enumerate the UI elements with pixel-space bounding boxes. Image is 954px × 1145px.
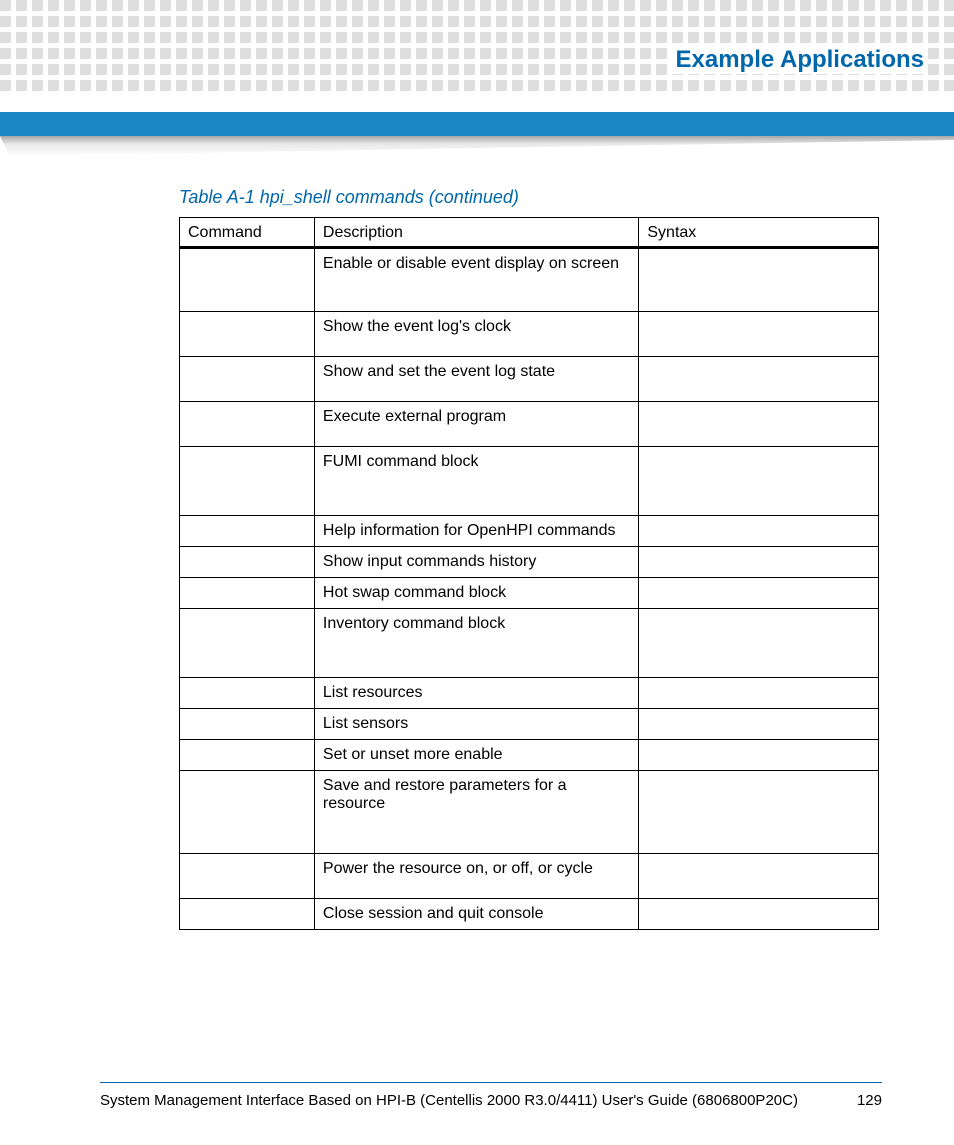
- cell-command: [180, 709, 315, 740]
- table-row: Execute external program: [180, 402, 879, 447]
- col-syntax: Syntax: [639, 218, 879, 248]
- table-row: Show and set the event log state: [180, 357, 879, 402]
- col-command: Command: [180, 218, 315, 248]
- table-row: Inventory command block: [180, 609, 879, 678]
- footer-rule: [100, 1082, 882, 1083]
- cell-command: [180, 609, 315, 678]
- cell-command: [180, 402, 315, 447]
- footer-text: System Management Interface Based on HPI…: [100, 1092, 798, 1109]
- cell-syntax: [639, 447, 879, 516]
- table-row: Enable or disable event display on scree…: [180, 248, 879, 312]
- cell-syntax: [639, 609, 879, 678]
- cell-syntax: [639, 740, 879, 771]
- table-row: Show the event log's clock: [180, 312, 879, 357]
- cell-syntax: [639, 402, 879, 447]
- cell-description: Hot swap command block: [314, 578, 638, 609]
- cell-description: Close session and quit console: [314, 899, 638, 930]
- table-row: Power the resource on, or off, or cycle: [180, 854, 879, 899]
- cell-description: FUMI command block: [314, 447, 638, 516]
- cell-command: [180, 447, 315, 516]
- cell-command: [180, 578, 315, 609]
- cell-syntax: [639, 709, 879, 740]
- cell-command: [180, 771, 315, 854]
- table-row: Set or unset more enable: [180, 740, 879, 771]
- table-row: Show input commands history: [180, 547, 879, 578]
- cell-command: [180, 678, 315, 709]
- commands-table: Command Description Syntax Enable or dis…: [179, 217, 879, 930]
- cell-syntax: [639, 771, 879, 854]
- header-blue-bar: [0, 112, 954, 136]
- table-row: List sensors: [180, 709, 879, 740]
- cell-command: [180, 899, 315, 930]
- cell-syntax: [639, 547, 879, 578]
- cell-description: Set or unset more enable: [314, 740, 638, 771]
- table-row: List resources: [180, 678, 879, 709]
- cell-syntax: [639, 516, 879, 547]
- cell-description: List resources: [314, 678, 638, 709]
- table-row: Help information for OpenHPI commands: [180, 516, 879, 547]
- footer-page-number: 129: [857, 1092, 882, 1109]
- cell-description: Help information for OpenHPI commands: [314, 516, 638, 547]
- cell-description: Save and restore parameters for a resour…: [314, 771, 638, 854]
- cell-description: Enable or disable event display on scree…: [314, 248, 638, 312]
- cell-command: [180, 357, 315, 402]
- cell-syntax: [639, 578, 879, 609]
- table-row: Save and restore parameters for a resour…: [180, 771, 879, 854]
- table-row: Close session and quit console: [180, 899, 879, 930]
- table-row: FUMI command block: [180, 447, 879, 516]
- cell-description: Inventory command block: [314, 609, 638, 678]
- cell-command: [180, 248, 315, 312]
- table-row: Hot swap command block: [180, 578, 879, 609]
- cell-syntax: [639, 678, 879, 709]
- cell-command: [180, 854, 315, 899]
- cell-description: Power the resource on, or off, or cycle: [314, 854, 638, 899]
- header-shadow: [0, 136, 954, 156]
- cell-description: Show input commands history: [314, 547, 638, 578]
- cell-command: [180, 312, 315, 357]
- cell-command: [180, 740, 315, 771]
- cell-syntax: [639, 312, 879, 357]
- page: Example Applications Table A-1 hpi_shell…: [0, 0, 954, 1145]
- cell-description: List sensors: [314, 709, 638, 740]
- cell-syntax: [639, 248, 879, 312]
- table-caption: Table A-1 hpi_shell commands (continued): [179, 187, 519, 208]
- cell-syntax: [639, 854, 879, 899]
- cell-description: Execute external program: [314, 402, 638, 447]
- cell-syntax: [639, 357, 879, 402]
- cell-description: Show and set the event log state: [314, 357, 638, 402]
- cell-command: [180, 516, 315, 547]
- col-description: Description: [314, 218, 638, 248]
- table-header-row: Command Description Syntax: [180, 218, 879, 248]
- cell-syntax: [639, 899, 879, 930]
- page-header-title: Example Applications: [671, 46, 928, 74]
- cell-description: Show the event log's clock: [314, 312, 638, 357]
- cell-command: [180, 547, 315, 578]
